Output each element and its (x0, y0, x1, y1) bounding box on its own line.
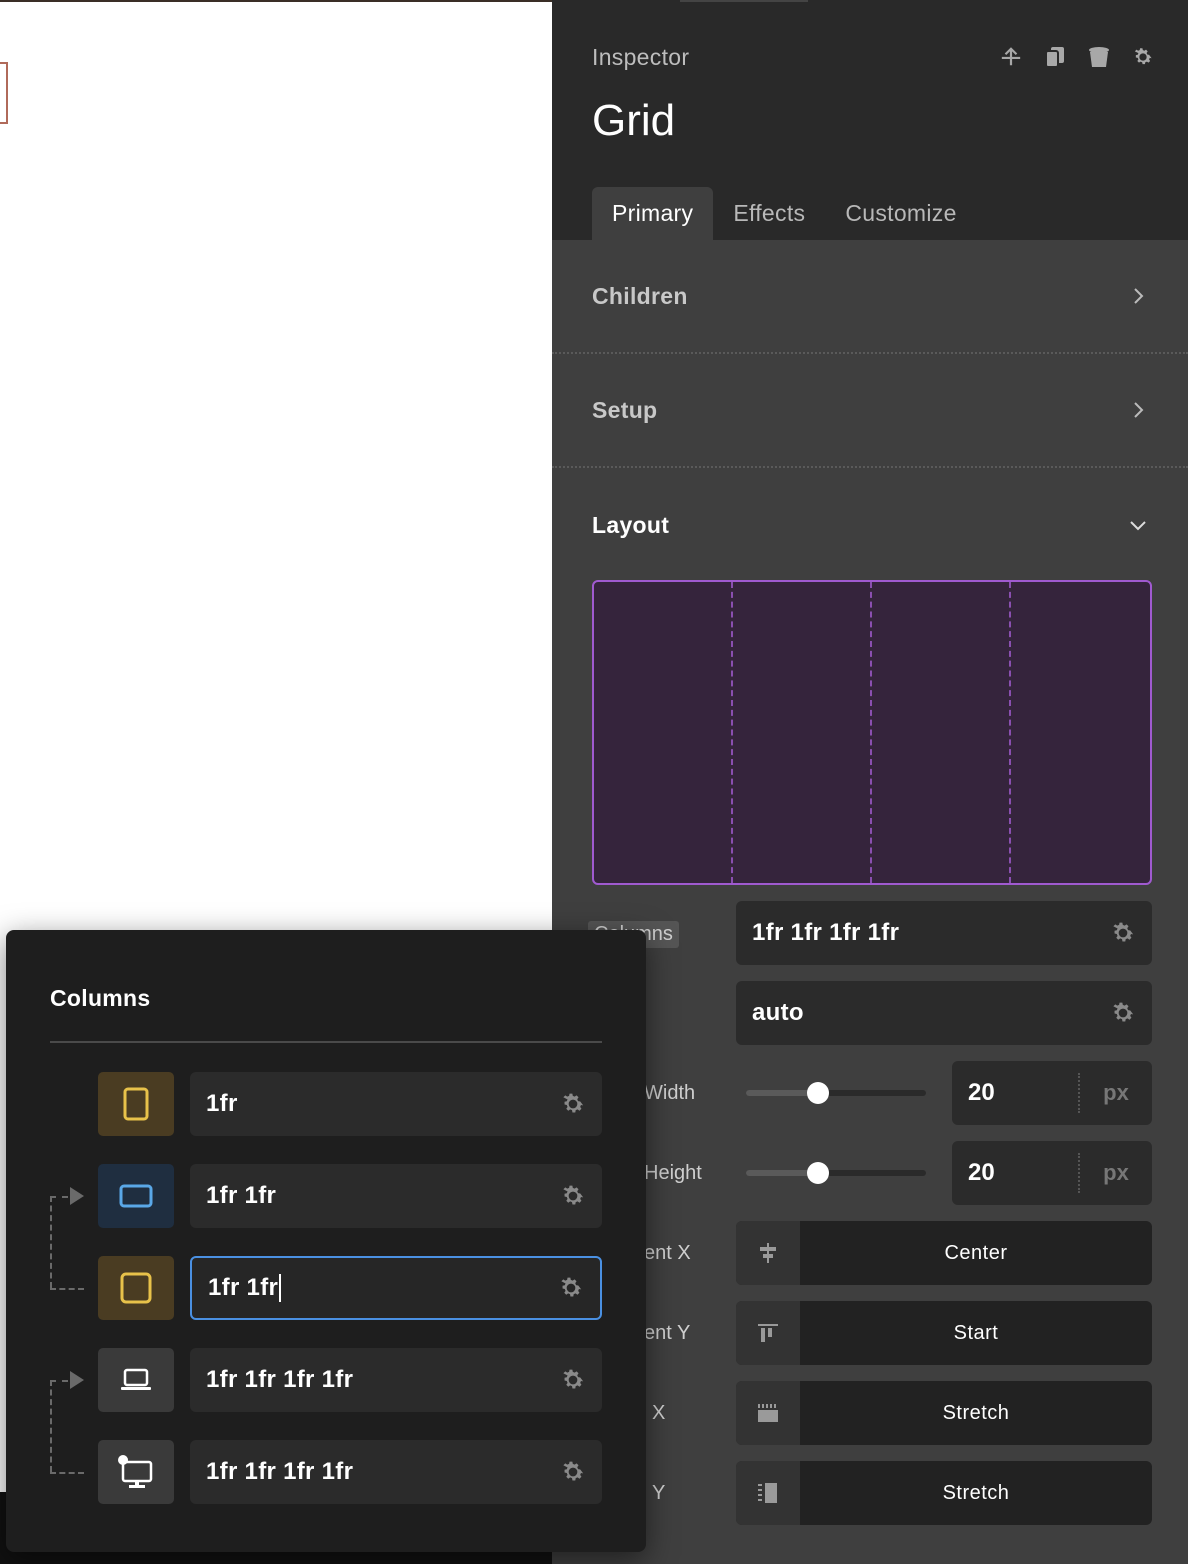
desktop-icon (118, 1455, 153, 1488)
section-layout-title: Layout (592, 511, 670, 538)
justify-y-value: Start (953, 1321, 999, 1344)
gear-icon[interactable] (1110, 920, 1136, 946)
gap-width-input[interactable]: 20 px (952, 1061, 1152, 1125)
canvas-selection-outline[interactable] (0, 62, 8, 124)
rows-field[interactable]: auto (736, 981, 1152, 1045)
align-y-label: Y (652, 1482, 666, 1504)
grid-column-divider (1009, 582, 1011, 883)
breakpoint-columns-value: 1fr (206, 1090, 238, 1117)
gap-height-input[interactable]: 20 px (952, 1141, 1152, 1205)
columns-value: 1fr 1fr 1fr 1fr (752, 919, 900, 946)
inheritance-connector (50, 1196, 68, 1288)
breakpoint-tablet[interactable] (98, 1256, 174, 1320)
align-y-select[interactable]: Stretch (736, 1461, 1152, 1525)
breakpoint-columns-value-wrap: 1fr 1fr (208, 1274, 558, 1303)
gear-icon[interactable] (560, 1459, 586, 1485)
header-top-accent (680, 0, 808, 2)
breakpoint-mobile-portrait[interactable] (98, 1072, 174, 1136)
inspector-label: Inspector (592, 44, 690, 70)
justify-y-label: ent Y (644, 1322, 691, 1344)
text-caret (279, 1274, 282, 1303)
breakpoint-columns-field[interactable]: 1fr 1fr 1fr 1fr (190, 1440, 602, 1504)
gap-height-value: 20 (968, 1159, 995, 1186)
chevron-down-icon (1130, 521, 1146, 531)
mobile-portrait-icon (123, 1087, 149, 1121)
section-layout[interactable]: Layout (552, 468, 1188, 582)
gear-icon[interactable] (1110, 1000, 1136, 1026)
gear-icon[interactable] (560, 1183, 586, 1209)
align-x-label: X (652, 1402, 666, 1424)
breakpoint-columns-field[interactable]: 1fr (190, 1072, 602, 1136)
align-y-value: Stretch (942, 1481, 1010, 1504)
gap-height-slider[interactable] (746, 1162, 926, 1184)
breakpoint-columns-value: 1fr 1fr 1fr 1fr (206, 1366, 354, 1393)
section-children[interactable]: Children (552, 240, 1188, 354)
laptop-icon (121, 1368, 151, 1390)
stretch-vertical-icon (736, 1461, 800, 1525)
justify-x-select[interactable]: Center (736, 1221, 1152, 1285)
tab-effects[interactable]: Effects (713, 187, 825, 240)
inheritance-connector-bottom (50, 1288, 84, 1290)
breakpoint-columns-field[interactable]: 1fr 1fr (190, 1164, 602, 1228)
grid-column-divider (870, 582, 872, 883)
inspector-tabs: Primary Effects Customize (592, 187, 977, 240)
element-title: Grid (592, 96, 676, 145)
grid-preview (592, 580, 1152, 885)
gap-width-label: Width (644, 1082, 696, 1104)
breakpoint-mobile-landscape[interactable] (98, 1164, 174, 1228)
section-children-title: Children (592, 282, 688, 309)
arrow-right-icon (70, 1187, 84, 1205)
section-setup[interactable]: Setup (552, 354, 1188, 468)
columns-field[interactable]: 1fr 1fr 1fr 1fr (736, 901, 1152, 965)
inspector-header: Inspector Grid Primary Effects Customize (552, 0, 1188, 240)
tablet-icon (120, 1272, 152, 1304)
gear-icon[interactable] (560, 1091, 586, 1117)
rows-value: auto (752, 999, 804, 1026)
canvas-top-border (0, 0, 552, 2)
popup-divider (50, 1041, 602, 1043)
arrow-right-icon (70, 1371, 84, 1389)
breakpoint-columns-field[interactable]: 1fr 1fr 1fr 1fr (190, 1348, 602, 1412)
tab-customize[interactable]: Customize (825, 187, 976, 240)
gear-icon[interactable] (558, 1275, 584, 1301)
mobile-landscape-icon (119, 1184, 153, 1208)
chevron-right-icon (1134, 288, 1144, 304)
duplicate-icon[interactable] (1044, 44, 1066, 70)
breakpoint-columns-value: 1fr 1fr 1fr 1fr (206, 1458, 354, 1485)
breakpoint-laptop[interactable] (98, 1348, 174, 1412)
inheritance-connector-bottom (50, 1472, 84, 1474)
stretch-horizontal-icon (736, 1381, 800, 1445)
gap-width-slider[interactable] (746, 1082, 926, 1104)
gap-width-value: 20 (968, 1079, 995, 1106)
header-actions (1000, 44, 1154, 70)
popup-title: Columns (50, 985, 151, 1011)
align-x-select[interactable]: Stretch (736, 1381, 1152, 1445)
justify-x-value: Center (944, 1241, 1008, 1264)
gap-height-unit[interactable]: px (1080, 1160, 1152, 1186)
gap-width-slider-knob[interactable] (807, 1082, 829, 1104)
align-top-icon (736, 1301, 800, 1365)
breakpoint-columns-field-active[interactable]: 1fr 1fr (190, 1256, 602, 1320)
inheritance-connector (50, 1380, 68, 1472)
settings-icon[interactable] (1132, 44, 1154, 70)
columns-breakpoint-popup: Columns 1fr 1fr 1fr 1fr 1fr 1fr 1fr 1fr … (6, 930, 646, 1552)
tab-primary[interactable]: Primary (592, 187, 714, 240)
section-setup-title: Setup (592, 396, 658, 423)
inspector-panel: Inspector Grid Primary Effects Customize… (552, 0, 1188, 1564)
justify-y-select[interactable]: Start (736, 1301, 1152, 1365)
gap-height-slider-knob[interactable] (807, 1162, 829, 1184)
gap-width-unit[interactable]: px (1080, 1080, 1152, 1106)
chevron-right-icon (1134, 402, 1144, 418)
breakpoint-desktop[interactable] (98, 1440, 174, 1504)
gear-icon[interactable] (560, 1367, 586, 1393)
gap-height-label: Height (644, 1162, 702, 1184)
align-center-horizontal-icon (736, 1221, 800, 1285)
breakpoint-columns-value: 1fr 1fr (208, 1273, 279, 1301)
align-x-value: Stretch (942, 1401, 1010, 1424)
move-up-icon[interactable] (1000, 44, 1022, 70)
delete-icon[interactable] (1088, 44, 1110, 70)
grid-column-divider (731, 582, 733, 883)
breakpoint-columns-value: 1fr 1fr (206, 1182, 277, 1209)
justify-x-label: ent X (644, 1242, 691, 1264)
